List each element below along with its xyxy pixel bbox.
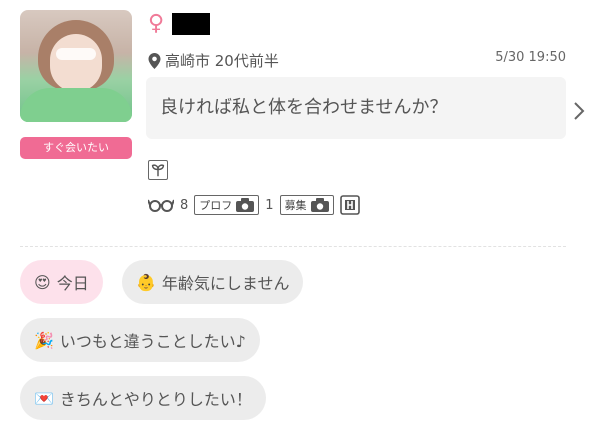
tag-label: 今日: [56, 274, 89, 293]
chevron-right-icon[interactable]: [572, 100, 586, 122]
baby-face-icon: 👶: [136, 272, 156, 292]
profile-avatar[interactable]: [20, 10, 132, 122]
location-text: 高崎市 20代前半: [165, 52, 279, 70]
avatar-sweater: [20, 88, 132, 122]
post-timestamp: 5/30 19:50: [495, 50, 566, 65]
profile-photo-tag: プロフ: [194, 195, 260, 215]
message-text: 良ければ私と体を合わせませんか？: [160, 97, 448, 118]
message-bubble[interactable]: 良ければ私と体を合わせませんか？: [146, 77, 566, 139]
post-card[interactable]: すぐ会いたい ♀ 高崎市 20代前半 5/30 19:50 良ければ私と体を合わ…: [0, 0, 602, 426]
tag-proper-exchange: 💌 きちんとやりとりしたい！: [20, 376, 266, 420]
attribute-row: 8 プロフ 1 募集: [148, 195, 360, 215]
sprout-icon: [148, 160, 168, 180]
camera-icon: [236, 198, 255, 212]
tag-label: きちんとやりとりしたい！: [59, 390, 252, 409]
map-pin-icon: [148, 52, 161, 69]
recruit-photo-tag: 募集: [279, 195, 334, 215]
tag-label: いつもと違うことしたい♪: [59, 332, 246, 351]
want-to-meet-badge: すぐ会いたい: [20, 137, 132, 159]
profile-tag-label: プロフ: [199, 199, 233, 212]
party-popper-icon: 🎉: [34, 330, 54, 350]
recruit-tag-label: 募集: [284, 199, 307, 212]
tag-today: 😍 今日: [20, 260, 103, 304]
glasses-count: 8: [180, 197, 189, 213]
section-divider: [20, 246, 566, 247]
avatar-face: [50, 34, 102, 92]
avatar-eye-blur: [56, 48, 96, 60]
camera-icon: [310, 198, 329, 212]
glasses-icon: [148, 199, 174, 212]
profile-photo-count: 1: [265, 197, 274, 213]
tag-label: 年齢気にしません: [161, 274, 290, 293]
tag-something-different: 🎉 いつもと違うことしたい♪: [20, 318, 260, 362]
love-letter-icon: 💌: [34, 388, 54, 408]
hotel-icon: [339, 195, 360, 215]
gender-symbol: ♀: [148, 11, 165, 36]
smiling-heart-eyes-icon: 😍: [34, 272, 51, 292]
location-line: 高崎市 20代前半: [148, 50, 279, 71]
name-redacted: [172, 13, 210, 35]
tag-age: 👶 年齢気にしません: [122, 260, 304, 304]
